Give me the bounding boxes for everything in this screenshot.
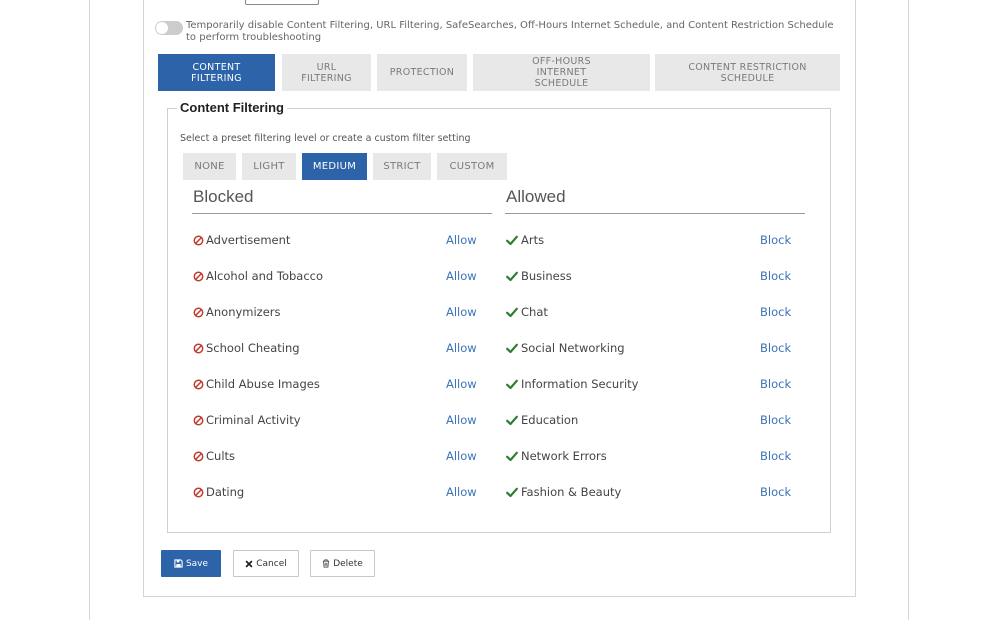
allowed-category-row: Education bbox=[506, 412, 578, 428]
allowed-category-name: Social Networking bbox=[521, 341, 625, 355]
blocked-category-name: Child Abuse Images bbox=[206, 377, 320, 391]
troubleshoot-label: Temporarily disable Content Filtering, U… bbox=[186, 20, 834, 43]
tab-off-hours-schedule[interactable]: OFF-HOURS INTERNET SCHEDULE bbox=[473, 54, 650, 91]
allowed-category-row: Business bbox=[506, 268, 572, 284]
preset-strict[interactable]: STRICT bbox=[373, 153, 431, 180]
allowed-category-name: Chat bbox=[521, 305, 548, 319]
blocked-category-row: Cults bbox=[193, 448, 235, 464]
checkmark-icon bbox=[506, 307, 518, 317]
toggle-knob bbox=[156, 22, 168, 34]
blocked-category-name: Dating bbox=[206, 485, 245, 499]
allow-link[interactable]: Allow bbox=[446, 412, 477, 428]
checkmark-icon bbox=[506, 235, 518, 245]
page-border-left bbox=[89, 0, 90, 620]
page-border-right bbox=[908, 0, 909, 620]
allow-link[interactable]: Allow bbox=[446, 340, 477, 356]
no-entry-icon bbox=[193, 451, 204, 461]
allowed-category-row: Social Networking bbox=[506, 340, 625, 356]
section-title: Content Filtering bbox=[177, 100, 287, 115]
save-label: Save bbox=[185, 558, 209, 569]
checkmark-icon bbox=[506, 271, 518, 281]
block-link[interactable]: Block bbox=[760, 340, 791, 356]
allow-link[interactable]: Allow bbox=[446, 268, 477, 284]
no-entry-icon bbox=[193, 415, 204, 425]
allowed-category-name: Information Security bbox=[521, 377, 639, 391]
blocked-category-name: School Cheating bbox=[206, 341, 300, 355]
trash-icon bbox=[323, 559, 330, 568]
allowed-category-name: Business bbox=[521, 269, 572, 283]
blocked-heading: Blocked bbox=[193, 187, 254, 206]
allow-link[interactable]: Allow bbox=[446, 448, 477, 464]
allowed-category-name: Network Errors bbox=[521, 449, 607, 463]
preset-custom[interactable]: CUSTOM bbox=[437, 153, 507, 180]
block-link[interactable]: Block bbox=[760, 268, 791, 284]
blocked-category-name: Anonymizers bbox=[206, 305, 281, 319]
preset-light[interactable]: LIGHT bbox=[242, 153, 296, 180]
no-entry-icon bbox=[193, 379, 204, 389]
checkmark-icon bbox=[506, 415, 518, 425]
tab-url-filtering[interactable]: URL FILTERING bbox=[282, 54, 371, 91]
preset-none[interactable]: NONE bbox=[183, 153, 236, 180]
block-link[interactable]: Block bbox=[760, 412, 791, 428]
no-entry-icon bbox=[193, 235, 204, 245]
no-entry-icon bbox=[193, 307, 204, 317]
delete-label: Delete bbox=[333, 558, 363, 569]
blocked-category-row: Alcohol and Tobacco bbox=[193, 268, 323, 284]
preset-instruction: Select a preset filtering level or creat… bbox=[180, 133, 471, 144]
allowed-category-name: Education bbox=[521, 413, 579, 427]
no-entry-icon bbox=[193, 487, 204, 497]
allowed-category-row: Chat bbox=[506, 304, 548, 320]
checkmark-icon bbox=[506, 343, 518, 353]
tab-protection[interactable]: PROTECTION bbox=[377, 54, 467, 91]
allowed-category-row: Fashion & Beauty bbox=[506, 484, 621, 500]
tab-content-filtering[interactable]: CONTENT FILTERING bbox=[158, 54, 275, 91]
block-link[interactable]: Block bbox=[760, 376, 791, 392]
blocked-category-row: Advertisement bbox=[193, 232, 290, 248]
blocked-category-row: Criminal Activity bbox=[193, 412, 301, 428]
allow-link[interactable]: Allow bbox=[446, 232, 477, 248]
blocked-category-row: School Cheating bbox=[193, 340, 300, 356]
cancel-button[interactable]: Cancel bbox=[233, 550, 299, 577]
preset-medium[interactable]: MEDIUM bbox=[302, 153, 367, 180]
checkmark-icon bbox=[506, 487, 518, 497]
blocked-category-name: Alcohol and Tobacco bbox=[206, 269, 324, 283]
save-button[interactable]: Save bbox=[161, 550, 221, 577]
checkmark-icon bbox=[506, 451, 518, 461]
floppy-disk-icon bbox=[174, 559, 183, 568]
no-entry-icon bbox=[193, 343, 204, 353]
troubleshoot-toggle[interactable] bbox=[155, 21, 183, 35]
allowed-category-row: Arts bbox=[506, 232, 544, 248]
allow-link[interactable]: Allow bbox=[446, 484, 477, 500]
top-input-edge bbox=[245, 0, 319, 5]
blocked-category-row: Anonymizers bbox=[193, 304, 281, 320]
allow-link[interactable]: Allow bbox=[446, 376, 477, 392]
blocked-category-name: Criminal Activity bbox=[206, 413, 301, 427]
tab-content-restriction-schedule[interactable]: CONTENT RESTRICTION SCHEDULE bbox=[655, 54, 840, 91]
allow-link[interactable]: Allow bbox=[446, 304, 477, 320]
allowed-category-name: Fashion & Beauty bbox=[521, 485, 622, 499]
block-link[interactable]: Block bbox=[760, 448, 791, 464]
allowed-divider bbox=[505, 213, 805, 214]
allowed-category-row: Network Errors bbox=[506, 448, 607, 464]
allowed-category-name: Arts bbox=[521, 233, 545, 247]
blocked-category-name: Cults bbox=[206, 449, 236, 463]
block-link[interactable]: Block bbox=[760, 232, 791, 248]
delete-button[interactable]: Delete bbox=[310, 550, 375, 577]
x-icon bbox=[245, 560, 253, 567]
blocked-category-row: Dating bbox=[193, 484, 244, 500]
blocked-category-row: Child Abuse Images bbox=[193, 376, 320, 392]
blocked-divider bbox=[192, 213, 492, 214]
no-entry-icon bbox=[193, 271, 204, 281]
allowed-heading: Allowed bbox=[506, 187, 566, 206]
allowed-category-row: Information Security bbox=[506, 376, 638, 392]
block-link[interactable]: Block bbox=[760, 484, 791, 500]
blocked-category-name: Advertisement bbox=[206, 233, 291, 247]
checkmark-icon bbox=[506, 379, 518, 389]
cancel-label: Cancel bbox=[256, 558, 287, 569]
block-link[interactable]: Block bbox=[760, 304, 791, 320]
